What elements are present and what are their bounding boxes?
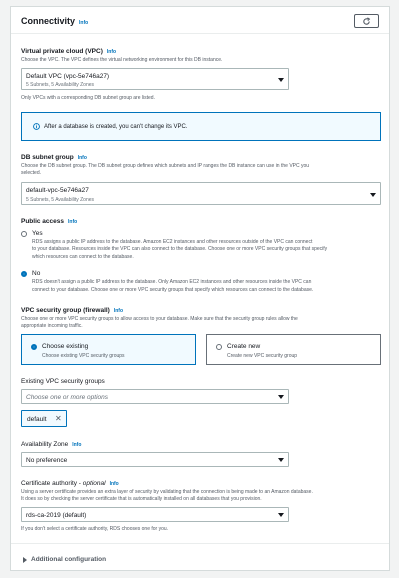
certificate-label-suffix: optional <box>82 480 106 487</box>
public-access-yes-label[interactable]: Yes <box>32 230 43 237</box>
create-new-tile[interactable]: Create new Create new VPC security group <box>206 334 381 365</box>
public-access-no-desc-1: RDS doesn't assign a public IP address t… <box>32 279 312 285</box>
token-label: default <box>27 416 47 423</box>
subnet-group-select-value: default-vpc-5e746a27 <box>26 187 89 194</box>
section-title: Connectivity Info <box>21 16 88 26</box>
certificate-description-2: It does so by checking the server certif… <box>21 496 262 502</box>
vpc-label-text: Virtual private cloud (VPC) <box>21 48 103 55</box>
subnet-group-select[interactable]: default-vpc-5e746a27 5 Subnets, 5 Availa… <box>21 182 381 205</box>
public-access-yes-radio[interactable] <box>21 231 27 237</box>
vpc-description: Choose the VPC. The VPC defines the virt… <box>21 57 223 63</box>
create-new-desc: Create new VPC security group <box>227 353 298 359</box>
chevron-down-icon <box>278 513 284 517</box>
vpc-info-alert: After a database is created, you can't c… <box>21 112 381 141</box>
security-group-info-link[interactable]: Info <box>114 308 123 314</box>
availability-zone-select-value: No preference <box>26 457 68 464</box>
subnet-group-label: DB subnet group Info <box>21 154 87 161</box>
chevron-down-icon <box>370 193 376 197</box>
connectivity-panel: Connectivity Info Virtual private cloud (… <box>10 6 390 571</box>
refresh-button[interactable] <box>354 14 379 28</box>
chevron-down-icon <box>278 78 284 82</box>
alert-text: After a database is created, you can't c… <box>44 124 188 130</box>
vpc-info-link[interactable]: Info <box>107 49 116 55</box>
certificate-info-link[interactable]: Info <box>110 481 119 487</box>
create-new-label: Create new <box>227 343 261 350</box>
section-title-text: Connectivity <box>21 16 76 26</box>
public-access-yes-desc-2: to your database. Resources inside the V… <box>32 246 328 252</box>
section-divider <box>11 543 389 544</box>
chevron-down-icon <box>278 395 284 399</box>
subnet-group-label-text: DB subnet group <box>21 154 74 161</box>
public-access-no-radio[interactable] <box>21 271 27 277</box>
create-new-radio[interactable] <box>216 344 222 350</box>
security-group-description-2: appropriate incoming traffic. <box>21 323 83 329</box>
public-access-info-link[interactable]: Info <box>68 219 77 225</box>
security-group-label-text: VPC security group (firewall) <box>21 307 110 314</box>
public-access-label: Public access Info <box>21 218 77 225</box>
public-access-label-text: Public access <box>21 218 64 225</box>
vpc-hint: Only VPCs with a corresponding DB subnet… <box>21 95 155 101</box>
security-group-label: VPC security group (firewall) Info <box>21 307 123 314</box>
additional-configuration-label: Additional configuration <box>31 556 107 563</box>
subnet-group-select-subtext: 5 Subnets, 5 Availability Zones <box>26 197 95 203</box>
subnet-group-info-link[interactable]: Info <box>78 155 87 161</box>
certificate-hint: If you don't select a certificate author… <box>21 526 169 532</box>
section-info-link[interactable]: Info <box>79 20 88 26</box>
availability-zone-info-link[interactable]: Info <box>72 442 81 448</box>
choose-existing-label: Choose existing <box>42 343 89 350</box>
certificate-select-value: rds-ca-2019 (default) <box>26 512 87 519</box>
availability-zone-select[interactable]: No preference <box>21 452 289 467</box>
existing-groups-label: Existing VPC security groups <box>21 378 105 385</box>
vpc-select-subtext: 5 Subnets, 5 Availability Zones <box>26 82 95 88</box>
public-access-no-desc-2: connect to your database. Choose one or … <box>32 287 314 293</box>
public-access-yes-desc-3: which resources can connect to the datab… <box>32 254 134 260</box>
caret-right-icon <box>23 557 27 563</box>
availability-zone-label-text: Availability Zone <box>21 441 69 448</box>
choose-existing-desc: Choose existing VPC security groups <box>42 353 125 359</box>
vpc-select-value: Default VPC (vpc-5e746a27) <box>26 73 110 80</box>
subnet-group-description-1: Choose the DB subnet group. The DB subne… <box>21 163 310 169</box>
public-access-no-label[interactable]: No <box>32 270 40 277</box>
existing-groups-placeholder: Choose one or more options <box>26 394 109 401</box>
subnet-group-description-2: selected. <box>21 170 42 176</box>
choose-existing-tile[interactable]: Choose existing Choose existing VPC secu… <box>21 334 196 365</box>
certificate-label-text: Certificate authority <box>21 480 77 487</box>
certificate-select[interactable]: rds-ca-2019 (default) <box>21 507 289 522</box>
existing-groups-multiselect[interactable]: Choose one or more options <box>21 389 289 404</box>
close-icon[interactable]: ✕ <box>55 415 62 423</box>
vpc-label: Virtual private cloud (VPC) Info <box>21 48 116 55</box>
vpc-select[interactable]: Default VPC (vpc-5e746a27) 5 Subnets, 5 … <box>21 68 289 90</box>
certificate-label: Certificate authority - optional Info <box>21 480 119 487</box>
security-group-token: default ✕ <box>21 410 67 427</box>
panel-header: Connectivity Info <box>11 7 389 34</box>
availability-zone-label: Availability Zone Info <box>21 441 81 448</box>
choose-existing-radio[interactable] <box>31 344 37 350</box>
info-circle-icon <box>33 123 40 130</box>
refresh-icon <box>363 17 371 25</box>
chevron-down-icon <box>278 458 284 462</box>
